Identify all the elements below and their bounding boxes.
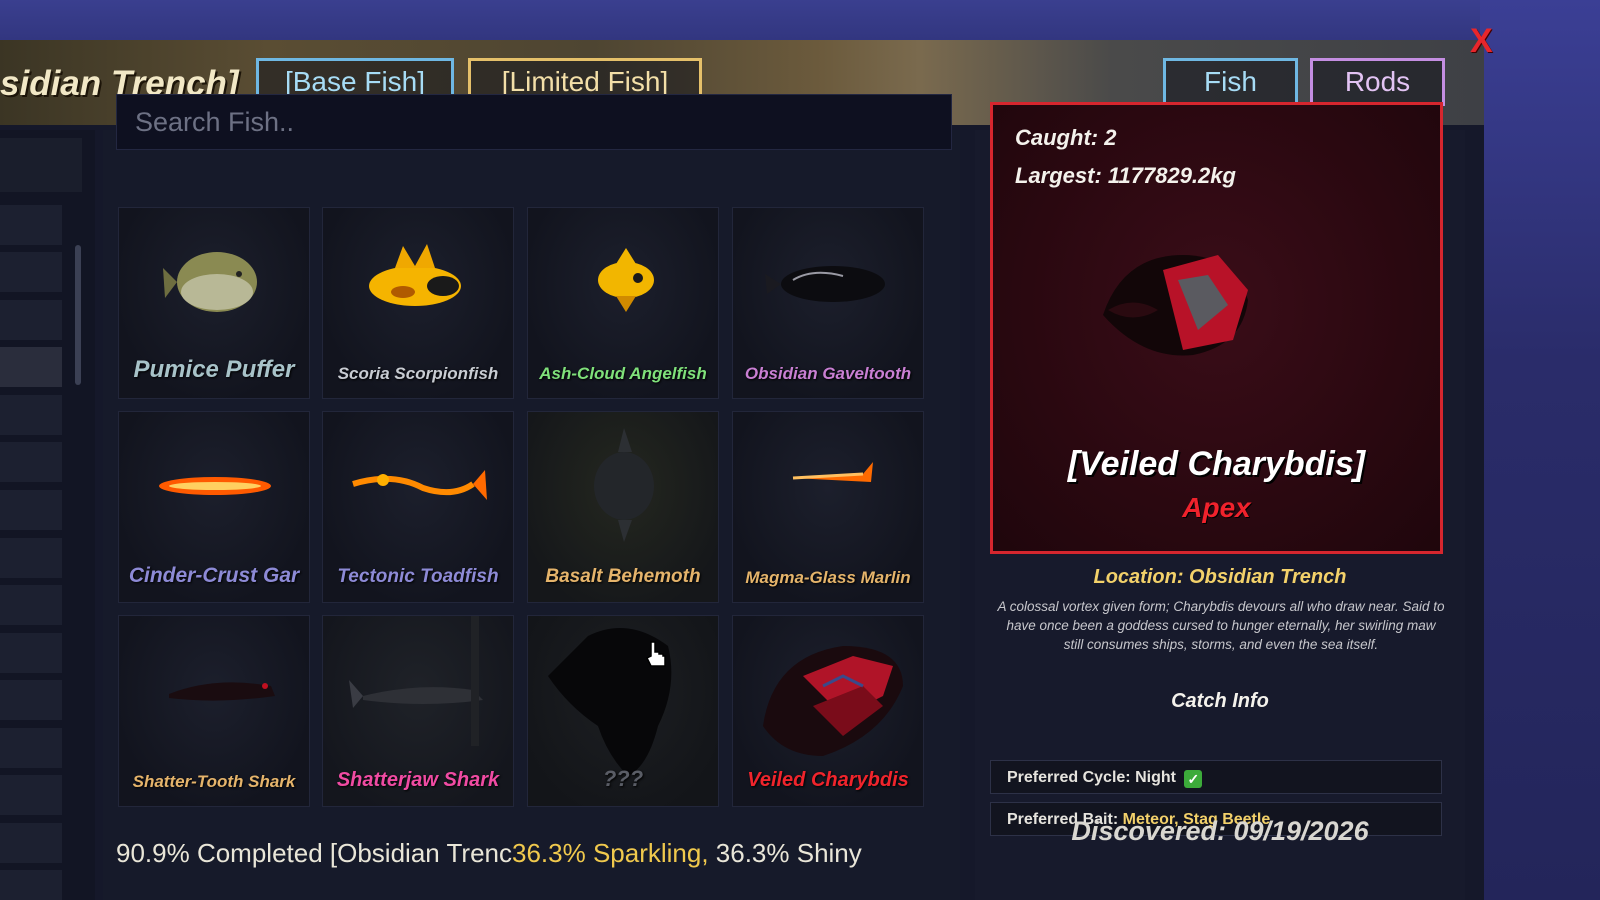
fish-tab[interactable]: Fish — [1163, 58, 1298, 106]
sidebar-item[interactable] — [0, 442, 62, 482]
fish-name: Basalt Behemoth — [545, 566, 701, 587]
sidebar-item[interactable] — [0, 633, 62, 673]
sidebar-item[interactable] — [0, 823, 62, 863]
fish-name: Veiled Charybdis — [747, 769, 909, 791]
sidebar-item[interactable] — [0, 680, 62, 720]
hand-pointer-icon — [645, 641, 666, 667]
cycle-label: Preferred Cycle: — [1007, 769, 1131, 786]
sidebar-item[interactable] — [0, 775, 62, 815]
fish-card-veiled-charybdis[interactable]: Veiled Charybdis — [732, 615, 924, 807]
detail-fish-name: [Veiled Charybdis] — [1067, 445, 1366, 483]
sidebar-scrollbar[interactable] — [75, 245, 81, 385]
completion-text: 90.9% Completed [Obsidian Trenc — [116, 838, 512, 868]
search-input[interactable] — [116, 94, 952, 150]
fish-card-shatter-tooth-shark[interactable]: Shatter-Tooth Shark — [118, 615, 310, 807]
sidebar-item[interactable] — [0, 205, 62, 245]
fish-name: Obsidian Gaveltooth — [744, 364, 912, 383]
close-icon[interactable]: X — [1470, 22, 1493, 61]
sidebar-item[interactable] — [0, 490, 62, 530]
cycle-value: Night — [1135, 769, 1176, 786]
fish-description: A colossal vortex given form; Charybdis … — [997, 599, 1445, 652]
sidebar-item[interactable] — [0, 870, 62, 900]
fish-card-tectonic-toadfish[interactable]: Tectonic Toadfish — [322, 411, 514, 603]
background-sky — [1480, 0, 1600, 900]
rarity-label: Apex — [1182, 492, 1251, 523]
fish-card-unknown[interactable]: ??? — [527, 615, 719, 807]
fish-name: Magma-Glass Marlin — [745, 568, 911, 587]
fish-location: Location: Obsidian Trench — [1093, 566, 1347, 588]
discovered-date: Discovered: 09/19/2026 — [1071, 816, 1369, 846]
fish-name: Pumice Puffer — [133, 356, 295, 383]
charybdis-preview-icon — [1103, 255, 1248, 356]
fish-name: Shatter-Tooth Shark — [132, 772, 296, 791]
shiny-text: 36.3% Shiny — [708, 838, 862, 868]
sidebar-item[interactable] — [0, 347, 62, 387]
fish-card-scoria-scorpionfish[interactable]: Scoria Scorpionfish — [322, 207, 514, 399]
fish-card-ash-cloud-angelfish[interactable]: Ash-Cloud Angelfish — [527, 207, 719, 399]
fish-name: Ash-Cloud Angelfish — [539, 364, 707, 383]
fish-name: Cinder-Crust Gar — [128, 564, 300, 587]
sidebar-item[interactable] — [0, 138, 82, 192]
fish-card-magma-glass-marlin[interactable]: Magma-Glass Marlin — [732, 411, 924, 603]
fish-card-shatterjaw-shark[interactable]: Shatterjaw Shark — [322, 615, 514, 807]
fish-card-obsidian-gaveltooth[interactable]: Obsidian Gaveltooth — [732, 207, 924, 399]
fish-card-basalt-behemoth[interactable]: Basalt Behemoth — [527, 411, 719, 603]
sidebar-item[interactable] — [0, 395, 62, 435]
checkmark-icon: ✓ — [1184, 770, 1203, 788]
sidebar-item[interactable] — [0, 728, 62, 768]
sidebar-item[interactable] — [0, 538, 62, 578]
completion-stats: 90.9% Completed [Obsidian Trenc36.3% Spa… — [116, 838, 862, 869]
fish-name: Shatterjaw Shark — [336, 769, 500, 791]
sidebar-item[interactable] — [0, 300, 62, 340]
catch-info-heading: Catch Info — [1171, 690, 1269, 712]
preferred-cycle-row: Preferred Cycle: Night ✓ — [990, 760, 1442, 794]
sidebar-item[interactable] — [0, 585, 62, 625]
fish-name: ??? — [602, 766, 644, 791]
rods-tab[interactable]: Rods — [1310, 58, 1445, 106]
fish-card-cinder-crust-gar[interactable]: Cinder-Crust Gar — [118, 411, 310, 603]
fish-name: Tectonic Toadfish — [337, 566, 499, 587]
fish-detail-card: Caught: 2 Largest: 1177829.2kg [Veiled C… — [990, 102, 1443, 554]
sparkling-text: 36.3% Sparkling, — [512, 838, 709, 868]
sidebar-item[interactable] — [0, 252, 62, 292]
fish-name: Scoria Scorpionfish — [337, 364, 499, 383]
zone-sidebar — [0, 130, 95, 900]
fish-card-pumice-puffer[interactable]: Pumice Puffer — [118, 207, 310, 399]
